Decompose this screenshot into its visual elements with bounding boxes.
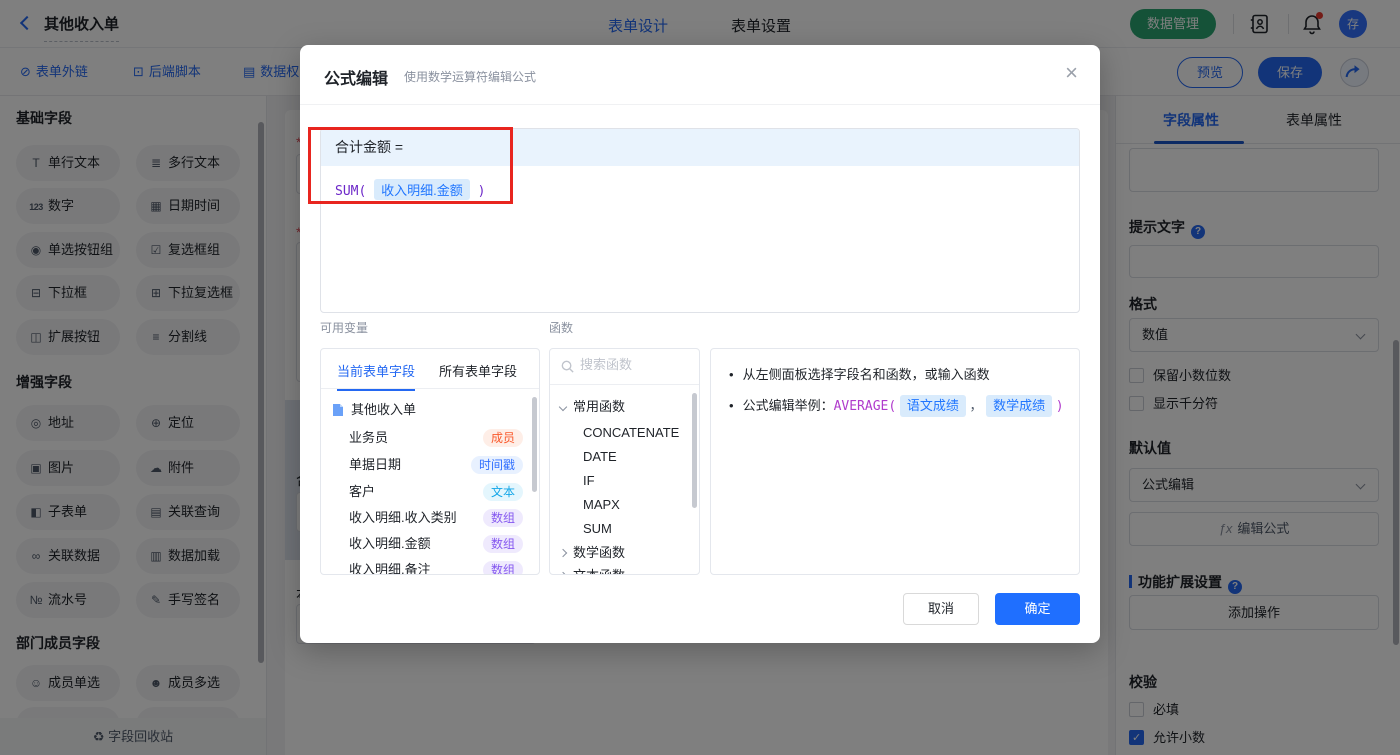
tab-current-form-fields[interactable]: 当前表单字段: [337, 361, 416, 391]
variables-label: 可用变量: [320, 321, 369, 335]
help-line-2: • 公式编辑举例：AVERAGE( 语文成绩 ， 数学成绩 ): [729, 395, 1064, 417]
function-group-text[interactable]: 文本函数: [550, 564, 699, 574]
dialog-title: 公式编辑: [324, 71, 389, 88]
type-tag: 时间戳: [470, 456, 523, 474]
type-tag: 数组: [482, 509, 523, 527]
variables-scrollbar-thumb[interactable]: [532, 397, 537, 492]
function-search: [550, 349, 699, 385]
function-item[interactable]: IF: [550, 469, 699, 493]
example-function: AVERAGE(: [833, 399, 897, 414]
formula-close-paren: ): [477, 184, 486, 199]
variable-row[interactable]: 收入明细.金额 数组: [321, 531, 539, 557]
variables-panel: 当前表单字段 所有表单字段 其他收入单 业务员 成员 单据日期 时间戳 客户 文本 收…: [320, 348, 540, 575]
variables-tabs: 当前表单字段 所有表单字段: [321, 349, 539, 391]
functions-panel: 常用函数 CONCATENATE DATE IF MAPX SUM 数学函数 文…: [549, 348, 700, 575]
formula-editor[interactable]: 合计金额 = SUM( 收入明细.金额 ): [320, 128, 1080, 313]
search-icon: [561, 360, 574, 373]
dialog-header: 公式编辑 使用数学运算符编辑公式 ×: [300, 45, 1100, 105]
dialog-subtitle: 使用数学运算符编辑公式: [404, 70, 537, 84]
variable-tree-root[interactable]: 其他收入单: [321, 397, 539, 423]
variable-row[interactable]: 客户 文本: [321, 479, 539, 505]
field-chip[interactable]: 收入明细.金额: [374, 179, 470, 200]
formula-function: SUM(: [335, 184, 367, 199]
type-tag: 文本: [482, 483, 523, 501]
function-group-math[interactable]: 数学函数: [550, 541, 699, 565]
function-group-common[interactable]: 常用函数: [550, 395, 699, 419]
functions-label: 函数: [549, 321, 574, 335]
function-item[interactable]: SUM: [550, 517, 699, 541]
formula-expression[interactable]: SUM( 收入明细.金额 ): [321, 166, 1079, 213]
variable-row[interactable]: 收入明细.备注 数组: [321, 557, 539, 574]
formula-target: 合计金额 =: [321, 129, 1079, 166]
close-icon[interactable]: ×: [1065, 61, 1078, 85]
form-doc-icon: [333, 404, 343, 416]
function-item[interactable]: DATE: [550, 445, 699, 469]
help-panel: • 从左侧面板选择字段名和函数，或输入函数 • 公式编辑举例：AVERAGE( 语文…: [710, 348, 1080, 575]
variable-row[interactable]: 单据日期 时间戳: [321, 452, 539, 478]
type-tag: 数组: [482, 561, 523, 574]
help-line-1: • 从左侧面板选择字段名和函数，或输入函数: [729, 367, 990, 382]
chevron-right-icon: [558, 548, 568, 558]
function-search-input[interactable]: [580, 357, 690, 372]
function-item[interactable]: CONCATENATE: [550, 421, 699, 445]
function-item[interactable]: MAPX: [550, 493, 699, 517]
type-tag: 成员: [482, 429, 523, 447]
formula-edit-dialog: 公式编辑 使用数学运算符编辑公式 × 合计金额 = SUM( 收入明细.金额 )…: [300, 45, 1100, 643]
example-chip: 语文成绩: [899, 395, 966, 417]
type-tag: 数组: [482, 535, 523, 553]
cancel-button[interactable]: 取消: [903, 593, 979, 625]
functions-scrollbar-thumb[interactable]: [692, 393, 697, 508]
chevron-down-icon: [558, 402, 568, 412]
chevron-right-icon: [558, 571, 568, 574]
confirm-button[interactable]: 确定: [995, 593, 1080, 625]
variable-row[interactable]: 收入明细.收入类别 数组: [321, 505, 539, 531]
tab-all-form-fields[interactable]: 所有表单字段: [439, 361, 517, 380]
variable-row[interactable]: 业务员 成员: [321, 425, 539, 451]
example-chip: 数学成绩: [986, 395, 1053, 417]
